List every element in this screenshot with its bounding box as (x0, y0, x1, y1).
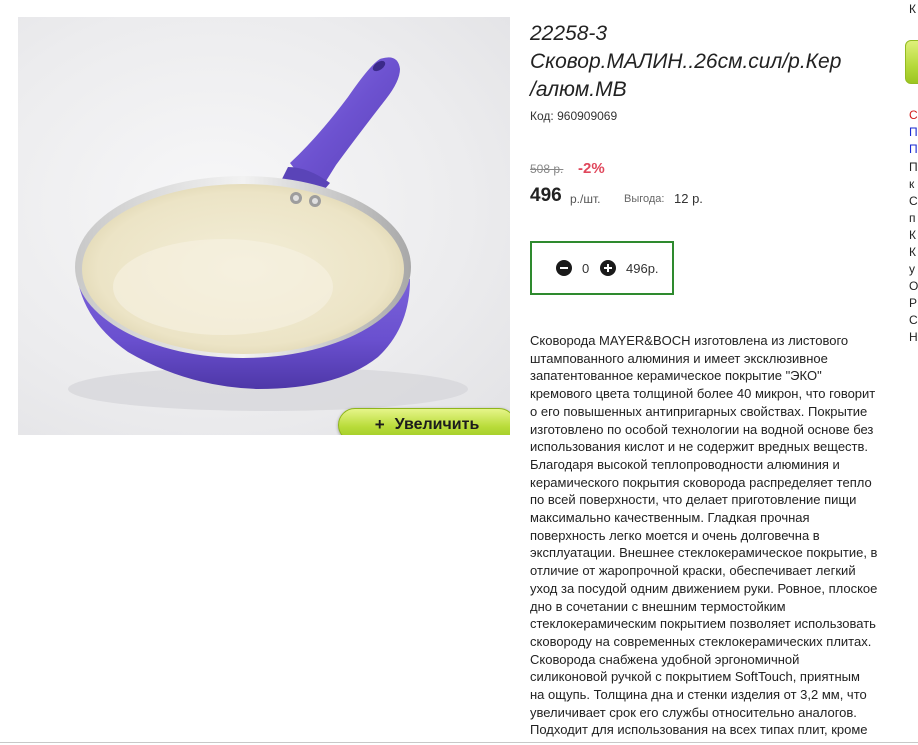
old-price: 508 р. (530, 162, 564, 176)
side-menu-item[interactable]: О (909, 279, 918, 293)
frying-pan-illustration (68, 57, 468, 411)
side-menu-item[interactable]: К (909, 228, 916, 242)
description-line: эксплуатации. Внешнее стеклокерамическое… (530, 545, 878, 561)
description-line: уход за посудой одним движением руки. Ро… (530, 580, 878, 596)
product-title-line: Сковор.МАЛИН..26см.сил/р.Кер (530, 50, 842, 73)
side-menu-item[interactable]: П (909, 160, 918, 174)
description-line: штампованного алюминия и имеет эксклюзив… (530, 350, 828, 366)
description-line: о его повышенных антипригарных свойствах… (530, 403, 868, 419)
quantity-value: 0 (582, 261, 590, 276)
product-title-line: 22258-3 (530, 22, 608, 45)
description-line: увеличивает срок его службы относительно… (530, 704, 857, 720)
side-menu-clipped: К С П П П к С п К К у О Р С Н (908, 0, 918, 745)
side-menu-item[interactable]: п (909, 211, 916, 225)
quantity-selector: 0 496р. (530, 241, 674, 295)
side-menu-item[interactable]: Р (909, 296, 917, 310)
description-line: по всей поверхности, что делает приготов… (530, 492, 857, 508)
description-line: Сковорода снабжена удобной эргономичной (530, 651, 800, 667)
side-menu-item[interactable]: С (909, 313, 918, 327)
plus-circle-icon[interactable] (600, 260, 616, 276)
description-line: стеклокерамическим покрытием позволяет и… (530, 616, 876, 632)
divider (0, 742, 918, 743)
description-line: сковороду на современных стеклокерамичес… (530, 633, 872, 649)
product-title: 22258-3 Сковор.МАЛИН..26см.сил/р.Кер /ал… (530, 20, 900, 104)
description-line: изготовлено по особой технологии на водн… (530, 421, 874, 437)
side-menu-item[interactable]: к (909, 177, 914, 191)
zoom-button[interactable]: + Увеличить (338, 408, 510, 435)
savings-label: Выгода: (624, 193, 665, 205)
product-code-value: 960909069 (557, 109, 618, 123)
quantity-total: 496р. (626, 261, 659, 276)
product-image[interactable]: + Увеличить (18, 17, 510, 435)
price: 496 (530, 185, 562, 206)
plus-icon: + (374, 415, 385, 434)
side-menu-item[interactable]: П (909, 142, 918, 156)
product-code: Код: 960909069 (530, 109, 617, 123)
description-line: поверхность легко моется и очень долгове… (530, 527, 820, 543)
description-line: силиконовой ручкой с покрытием SoftTouch… (530, 669, 860, 685)
description-line: запатентованное керамическое покрытие "Э… (530, 368, 822, 384)
description-line: дно в сочетании с внешним термостойким (530, 598, 786, 614)
product-description: Сковорода MAYER&BOCH изготовлена из лист… (530, 332, 911, 739)
product-title-line: /алюм.MB (530, 78, 627, 101)
product-code-label: Код: (530, 109, 554, 123)
description-line: отличие от жаропрочной краски, обеспечив… (530, 563, 856, 579)
description-line: на ощупь. Толщина дна и стенки изделия о… (530, 687, 867, 703)
savings-value: 12 р. (674, 191, 703, 206)
side-menu-item[interactable]: К (909, 245, 916, 259)
side-menu-item[interactable]: у (909, 262, 915, 276)
side-menu-item[interactable]: К (909, 2, 916, 16)
zoom-button-label: Увеличить (394, 416, 480, 433)
description-line: Благодаря высокой теплопроводности алюми… (530, 456, 840, 472)
side-menu-item[interactable]: П (909, 125, 918, 139)
side-menu-item[interactable]: С (909, 194, 918, 208)
description-line: Сковорода MAYER&BOCH изготовлена из лист… (530, 333, 849, 348)
price-unit: р./шт. (570, 192, 601, 206)
side-menu-item[interactable]: С (909, 108, 918, 122)
description-line: керамического покрытия сковорода распред… (530, 474, 872, 490)
discount-badge: -2% (578, 160, 605, 177)
description-line: Подходит для использования на всех типах… (530, 722, 868, 738)
description-line: максимально качественным. Гладкая прочна… (530, 510, 810, 526)
description-line: кремового цвета толщиной более 40 микрон… (530, 386, 876, 402)
side-menu-item[interactable]: Н (909, 330, 918, 344)
description-line: использования кислот и не содержит вредн… (530, 439, 869, 455)
minus-circle-icon[interactable] (556, 260, 572, 276)
